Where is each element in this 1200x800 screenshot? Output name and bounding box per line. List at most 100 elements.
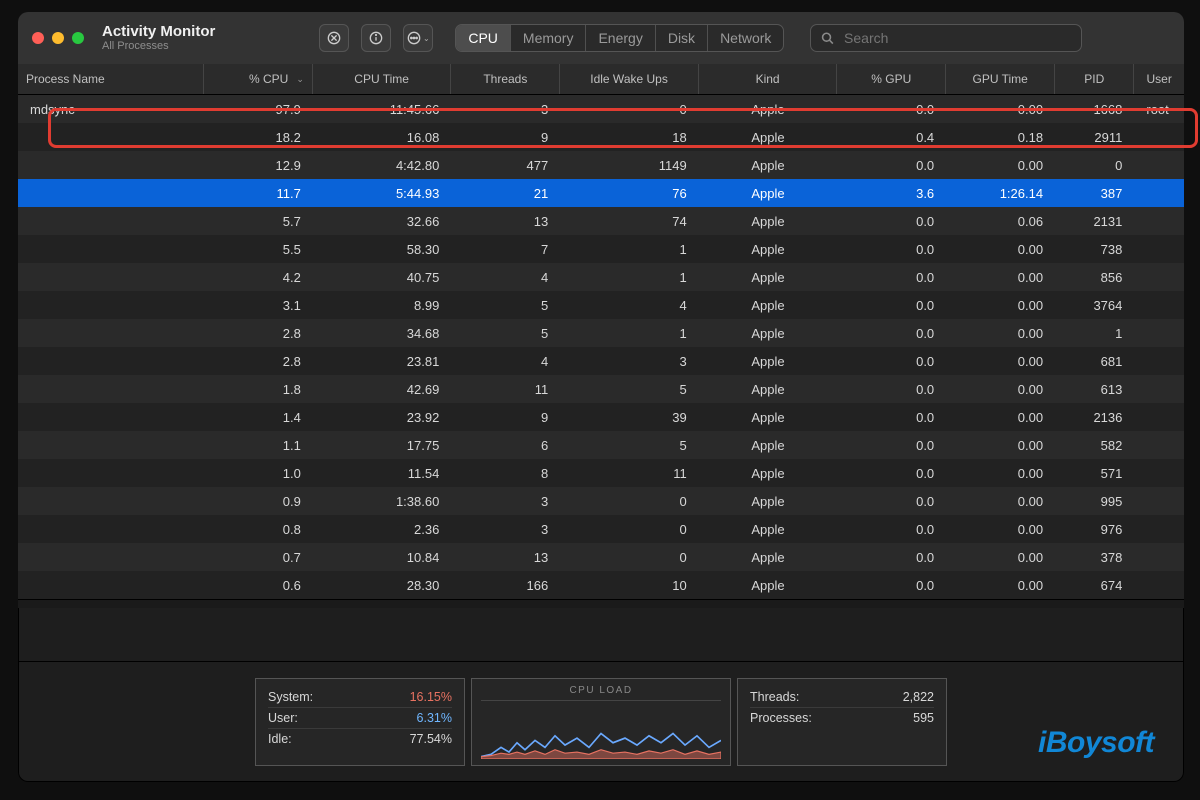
cell-kind: Apple [699, 550, 838, 565]
cell-wake: 39 [560, 410, 699, 425]
table-row[interactable]: 0.82.3630Apple0.00.00976 [18, 515, 1184, 543]
cell-gputime: 0.00 [946, 354, 1055, 369]
idle-label: Idle: [268, 732, 292, 746]
cell-pid: 738 [1055, 242, 1134, 257]
cell-gputime: 0.00 [946, 270, 1055, 285]
cell-cpu: 5.7 [204, 214, 313, 229]
column-headers: Process Name % CPU⌄ CPU Time Threads Idl… [18, 64, 1184, 95]
table-row[interactable]: 12.94:42.804771149Apple0.00.000 [18, 151, 1184, 179]
cell-gpupct: 0.0 [837, 102, 946, 117]
cell-gpupct: 0.0 [837, 326, 946, 341]
cell-time: 1:38.60 [313, 494, 452, 509]
activity-monitor-window: Activity Monitor All Processes ⌄ CPU Mem… [18, 12, 1184, 782]
table-row[interactable]: 18.216.08918Apple0.40.182911 [18, 123, 1184, 151]
category-tabs: CPU Memory Energy Disk Network [455, 24, 784, 52]
processes-value: 595 [913, 711, 934, 725]
search-input[interactable] [842, 29, 1071, 47]
cell-kind: Apple [699, 466, 838, 481]
cell-kind: Apple [699, 438, 838, 453]
col-pid[interactable]: PID [1055, 64, 1134, 94]
table-row[interactable]: 5.558.3071Apple0.00.00738 [18, 235, 1184, 263]
col-gpu-time[interactable]: GPU Time [946, 64, 1055, 94]
table-row[interactable]: 1.842.69115Apple0.00.00613 [18, 375, 1184, 403]
cell-pid: 856 [1055, 270, 1134, 285]
table-row[interactable]: 1.117.7565Apple0.00.00582 [18, 431, 1184, 459]
cell-gputime: 0.00 [946, 382, 1055, 397]
cell-pid: 0 [1055, 158, 1134, 173]
cell-gpupct: 0.4 [837, 130, 946, 145]
table-row[interactable]: 0.710.84130Apple0.00.00378 [18, 543, 1184, 571]
col-threads[interactable]: Threads [451, 64, 560, 94]
minimize-button[interactable] [52, 32, 64, 44]
cell-wake: 4 [560, 298, 699, 313]
table-row[interactable]: 1.423.92939Apple0.00.002136 [18, 403, 1184, 431]
cell-gpupct: 0.0 [837, 466, 946, 481]
col-kind[interactable]: Kind [699, 64, 838, 94]
cpu-usage-panel: System:16.15% User:6.31% Idle:77.54% [255, 678, 465, 766]
cell-gputime: 0.00 [946, 438, 1055, 453]
cell-threads: 3 [451, 102, 560, 117]
cell-threads: 9 [451, 130, 560, 145]
tab-energy[interactable]: Energy [586, 25, 655, 51]
cell-cpu: 1.0 [204, 466, 313, 481]
cell-gpupct: 0.0 [837, 242, 946, 257]
cell-kind: Apple [699, 186, 838, 201]
table-row[interactable]: 3.18.9954Apple0.00.003764 [18, 291, 1184, 319]
col-process-name[interactable]: Process Name [18, 64, 204, 94]
table-row[interactable]: 1.011.54811Apple0.00.00571 [18, 459, 1184, 487]
cell-time: 4:42.80 [313, 158, 452, 173]
table-row[interactable]: 2.834.6851Apple0.00.001 [18, 319, 1184, 347]
table-row[interactable]: 4.240.7541Apple0.00.00856 [18, 263, 1184, 291]
col-cpu-time[interactable]: CPU Time [313, 64, 452, 94]
cell-pid: 378 [1055, 550, 1134, 565]
search-field[interactable] [810, 24, 1082, 52]
cell-cpu: 0.9 [204, 494, 313, 509]
info-icon [369, 31, 383, 45]
cell-gputime: 0.00 [946, 550, 1055, 565]
horizontal-scrollbar[interactable] [18, 599, 1184, 608]
table-row[interactable]: mdsync97.911:45.6630Apple0.00.001668root [18, 95, 1184, 123]
cell-time: 11.54 [313, 466, 452, 481]
table-row[interactable]: 5.732.661374Apple0.00.062131 [18, 207, 1184, 235]
cell-pid: 674 [1055, 578, 1134, 593]
options-button[interactable]: ⌄ [403, 24, 433, 52]
table-row[interactable]: 0.91:38.6030Apple0.00.00995 [18, 487, 1184, 515]
cell-time: 2.36 [313, 522, 452, 537]
col-gpu-pct[interactable]: % GPU [837, 64, 946, 94]
col-user[interactable]: User [1134, 64, 1184, 94]
threads-value: 2,822 [903, 690, 934, 704]
window-title: Activity Monitor [102, 24, 215, 41]
cell-gputime: 0.00 [946, 578, 1055, 593]
footer: System:16.15% User:6.31% Idle:77.54% CPU… [18, 661, 1184, 782]
search-icon [821, 31, 834, 45]
cell-kind: Apple [699, 382, 838, 397]
tab-disk[interactable]: Disk [656, 25, 708, 51]
sort-descending-icon: ⌄ [296, 74, 304, 85]
stop-process-button[interactable] [319, 24, 349, 52]
maximize-button[interactable] [72, 32, 84, 44]
cell-gpupct: 0.0 [837, 214, 946, 229]
cell-wake: 0 [560, 550, 699, 565]
table-row[interactable]: 2.823.8143Apple0.00.00681 [18, 347, 1184, 375]
cell-pid: 582 [1055, 438, 1134, 453]
cell-kind: Apple [699, 326, 838, 341]
col-cpu-pct[interactable]: % CPU⌄ [204, 64, 313, 94]
tab-network[interactable]: Network [708, 25, 783, 51]
close-button[interactable] [32, 32, 44, 44]
cell-wake: 18 [560, 130, 699, 145]
cell-gpupct: 0.0 [837, 270, 946, 285]
cell-time: 16.08 [313, 130, 452, 145]
tab-memory[interactable]: Memory [511, 25, 587, 51]
info-button[interactable] [361, 24, 391, 52]
cell-threads: 3 [451, 494, 560, 509]
table-row[interactable]: 11.75:44.932176Apple3.61:26.14387 [18, 179, 1184, 207]
tab-cpu[interactable]: CPU [456, 25, 511, 51]
cell-gpupct: 0.0 [837, 158, 946, 173]
cell-wake: 10 [560, 578, 699, 593]
col-idle-wake-ups[interactable]: Idle Wake Ups [560, 64, 699, 94]
processes-label: Processes: [750, 711, 812, 725]
table-row[interactable]: 0.628.3016610Apple0.00.00674 [18, 571, 1184, 599]
cell-cpu: 0.8 [204, 522, 313, 537]
cell-gpupct: 0.0 [837, 550, 946, 565]
cell-kind: Apple [699, 522, 838, 537]
